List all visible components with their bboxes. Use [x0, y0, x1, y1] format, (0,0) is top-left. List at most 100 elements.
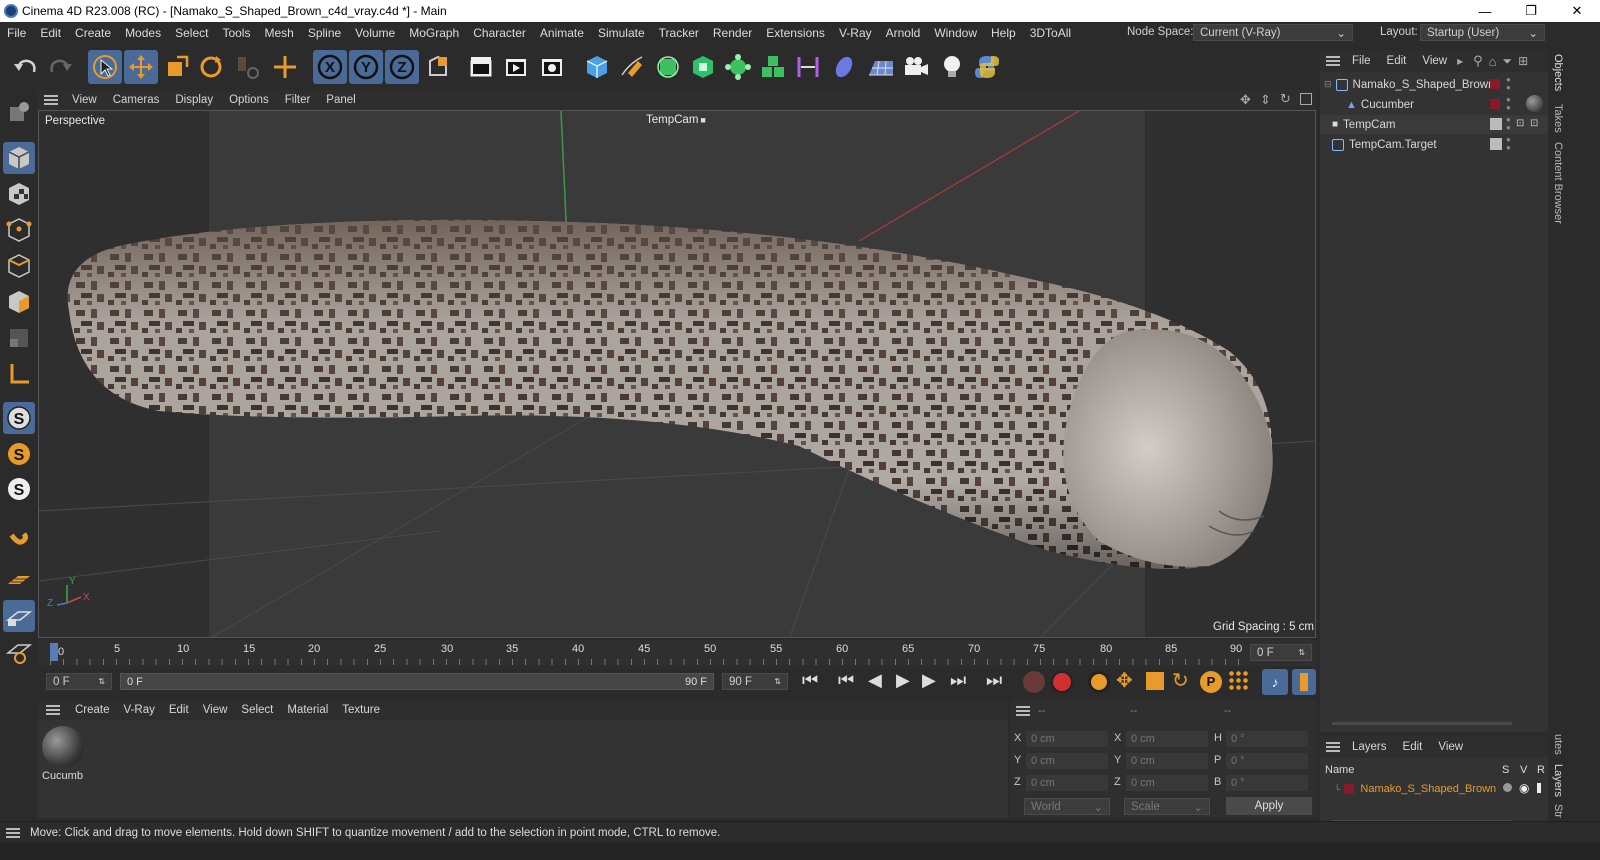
- viewport-menu-filter[interactable]: Filter: [277, 94, 319, 106]
- redo-button[interactable]: [44, 50, 78, 84]
- menu-character[interactable]: Character: [466, 26, 533, 40]
- object-row-namako[interactable]: ⊟ Namako_S_Shaped_Brown ● ●: [1320, 75, 1548, 94]
- camera-button[interactable]: [899, 50, 933, 84]
- edit-check-icon[interactable]: [1490, 118, 1502, 130]
- object-row-tempcam-target[interactable]: TempCam.Target ● ●: [1320, 135, 1548, 154]
- z-axis-lock-button[interactable]: Z: [385, 50, 419, 84]
- more-arrow-icon[interactable]: ▸: [1457, 54, 1463, 68]
- material-menu-icon[interactable]: [46, 705, 60, 715]
- undo-button[interactable]: [8, 50, 42, 84]
- dolly-view-icon[interactable]: ⇕: [1260, 92, 1271, 108]
- material-swatch[interactable]: Cucumb: [42, 726, 86, 786]
- tab-layers[interactable]: Layers: [1552, 764, 1564, 797]
- material-tag-icon[interactable]: [1526, 95, 1543, 112]
- menu-spline[interactable]: Spline: [301, 26, 348, 40]
- target-tag-icon[interactable]: ⊡: [1516, 118, 1524, 129]
- extrude-button[interactable]: [686, 50, 720, 84]
- layer-color-swatch[interactable]: [1490, 79, 1500, 89]
- menu-tracker[interactable]: Tracker: [652, 26, 706, 40]
- new-window-icon[interactable]: ⊞: [1518, 54, 1528, 68]
- coord-pz-field[interactable]: 0 cm: [1026, 775, 1108, 791]
- layer-solo-toggle[interactable]: [1503, 783, 1512, 792]
- menu-volume[interactable]: Volume: [348, 26, 402, 40]
- camera-name-label[interactable]: TempCam ■: [642, 114, 710, 126]
- material-menu-vray[interactable]: V-Ray: [117, 704, 162, 716]
- menu-edit[interactable]: Edit: [33, 26, 68, 40]
- objects-menu-edit[interactable]: Edit: [1379, 55, 1415, 67]
- prev-frame-icon[interactable]: ◀: [868, 670, 882, 691]
- play-icon[interactable]: ▶: [896, 670, 910, 691]
- tab-structure[interactable]: Str: [1552, 804, 1564, 818]
- film-strip-icon[interactable]: [1292, 669, 1316, 695]
- coord-p-field[interactable]: 0 °: [1226, 753, 1308, 769]
- viewport-perspective[interactable]: Perspective TempCam ■ Grid Spacing : 5 c…: [38, 110, 1316, 638]
- coord-sz-field[interactable]: 0 cm: [1126, 775, 1208, 791]
- maximize-view-icon[interactable]: [1300, 93, 1312, 105]
- objects-menu-icon[interactable]: [1326, 56, 1340, 66]
- layers-menu-layers[interactable]: Layers: [1344, 741, 1395, 753]
- go-to-end-icon[interactable]: ⏭: [986, 670, 1002, 691]
- viewport-menu-cameras[interactable]: Cameras: [105, 94, 168, 106]
- coord-py-field[interactable]: 0 cm: [1026, 753, 1108, 769]
- menu-modes[interactable]: Modes: [118, 26, 168, 40]
- visibility-dots-icon[interactable]: ● ●: [1506, 96, 1511, 112]
- light-button[interactable]: [935, 50, 969, 84]
- menu-extensions[interactable]: Extensions: [759, 26, 832, 40]
- floor-button[interactable]: [864, 50, 898, 84]
- objects-menu-view[interactable]: View: [1414, 55, 1455, 67]
- viewport-menu-panel[interactable]: Panel: [318, 94, 363, 106]
- render-settings-button[interactable]: [535, 50, 569, 84]
- edges-mode-button[interactable]: [3, 250, 35, 282]
- cube-primitive-button[interactable]: [580, 50, 614, 84]
- snap-mode-button[interactable]: S: [3, 473, 35, 505]
- python-button[interactable]: [970, 50, 1004, 84]
- scale-tool-button[interactable]: [160, 50, 194, 84]
- viewport-menu-icon[interactable]: [44, 95, 58, 105]
- viewport-menu-display[interactable]: Display: [167, 94, 221, 106]
- visibility-dots-icon[interactable]: ● ●: [1506, 136, 1511, 152]
- live-select-button[interactable]: [88, 50, 122, 84]
- polygons-mode-button[interactable]: [3, 286, 35, 318]
- object-row-cucumber[interactable]: ▲ Cucumber ● ●: [1320, 95, 1548, 114]
- max-frame-field[interactable]: 90 F ⇅: [722, 673, 788, 690]
- coord-sx-field[interactable]: 0 cm: [1126, 731, 1208, 747]
- snap-button[interactable]: S: [3, 402, 35, 434]
- objects-menu-file[interactable]: File: [1344, 55, 1379, 67]
- uv-mode-button[interactable]: [3, 322, 35, 354]
- coord-mode-select[interactable]: Scale ⌄: [1124, 798, 1210, 815]
- material-menu-select[interactable]: Select: [234, 704, 280, 716]
- material-menu-edit[interactable]: Edit: [162, 704, 196, 716]
- make-editable-button[interactable]: [3, 96, 35, 128]
- keyframe-selection-icon[interactable]: [1088, 671, 1110, 693]
- layers-menu-edit[interactable]: Edit: [1395, 741, 1431, 753]
- tab-takes[interactable]: Takes: [1552, 104, 1564, 133]
- filter-icon[interactable]: ⏷: [1503, 54, 1513, 69]
- rotate-tool-button[interactable]: [194, 50, 228, 84]
- material-menu-material[interactable]: Material: [280, 704, 335, 716]
- locked-workplane-button[interactable]: [3, 600, 35, 632]
- viewport-menu-options[interactable]: Options: [221, 94, 277, 106]
- home-icon[interactable]: ⌂: [1489, 54, 1497, 69]
- coordinates-menu-icon[interactable]: [1016, 706, 1030, 716]
- magnet-button[interactable]: [3, 520, 35, 552]
- menu-animate[interactable]: Animate: [533, 26, 591, 40]
- menu-create[interactable]: Create: [68, 26, 118, 40]
- eye-icon[interactable]: ◉: [1519, 781, 1529, 795]
- material-menu-texture[interactable]: Texture: [335, 704, 387, 716]
- current-frame-field[interactable]: 0 F ⇅: [1250, 644, 1312, 661]
- record-disabled-icon[interactable]: [1023, 671, 1045, 693]
- tab-attributes[interactable]: utes: [1552, 734, 1564, 755]
- menu-help[interactable]: Help: [984, 26, 1023, 40]
- menu-3dtoall[interactable]: 3DToAll: [1023, 26, 1078, 40]
- next-key-icon[interactable]: ⏭: [950, 670, 966, 691]
- menu-mograph[interactable]: MoGraph: [402, 26, 466, 40]
- go-to-start-icon[interactable]: ⏮: [802, 670, 818, 691]
- menu-vray[interactable]: V-Ray: [832, 26, 879, 40]
- subdivision-surface-button[interactable]: [651, 50, 685, 84]
- menu-render[interactable]: Render: [706, 26, 759, 40]
- auto-key-icon[interactable]: [1051, 671, 1073, 693]
- minimize-button[interactable]: —: [1462, 0, 1508, 22]
- timeline-ruler[interactable]: 0 5 10 15 20 25 30 35 40 45 50 55 60 65 …: [38, 640, 1316, 666]
- layer-color-swatch[interactable]: [1490, 99, 1500, 109]
- node-space-select[interactable]: Current (V-Ray) ⌄: [1193, 24, 1353, 41]
